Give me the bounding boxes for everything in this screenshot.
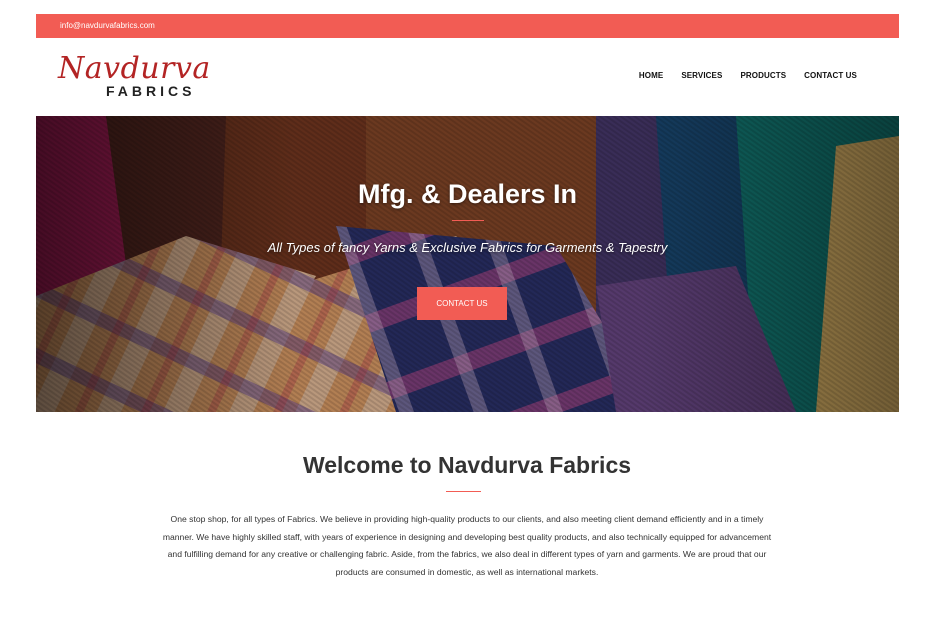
welcome-divider xyxy=(446,491,481,492)
site-header: Navdurva FABRICS HOME SERVICES PRODUCTS … xyxy=(36,38,899,116)
nav-services[interactable]: SERVICES xyxy=(681,71,722,80)
hero-banner: Mfg. & Dealers In All Types of fancy Yar… xyxy=(36,116,899,412)
nav-contact-us[interactable]: CONTACT US xyxy=(804,71,857,80)
welcome-text: One stop shop, for all types of Fabrics.… xyxy=(162,514,772,577)
contact-email[interactable]: info@navdurvafabrics.com xyxy=(60,21,155,30)
hero-contact-button[interactable]: CONTACT US xyxy=(417,287,507,320)
main-nav: HOME SERVICES PRODUCTS CONTACT US xyxy=(639,71,857,80)
hero-overlay xyxy=(36,116,899,412)
top-contact-bar: info@navdurvafabrics.com xyxy=(36,14,899,38)
logo-script-text: Navdurva xyxy=(58,51,211,86)
hero-title: Mfg. & Dealers In xyxy=(357,179,578,209)
nav-home[interactable]: HOME xyxy=(639,71,663,80)
nav-products[interactable]: PRODUCTS xyxy=(740,71,786,80)
hero-divider xyxy=(452,220,484,221)
hero-subtitle: All Types of fancy Yarns & Exclusive Fab… xyxy=(267,240,668,255)
welcome-title: Welcome to Navdurva Fabrics xyxy=(302,452,632,478)
brand-logo[interactable]: Navdurva FABRICS xyxy=(58,53,218,101)
logo-sub-text: FABRICS xyxy=(106,83,196,99)
